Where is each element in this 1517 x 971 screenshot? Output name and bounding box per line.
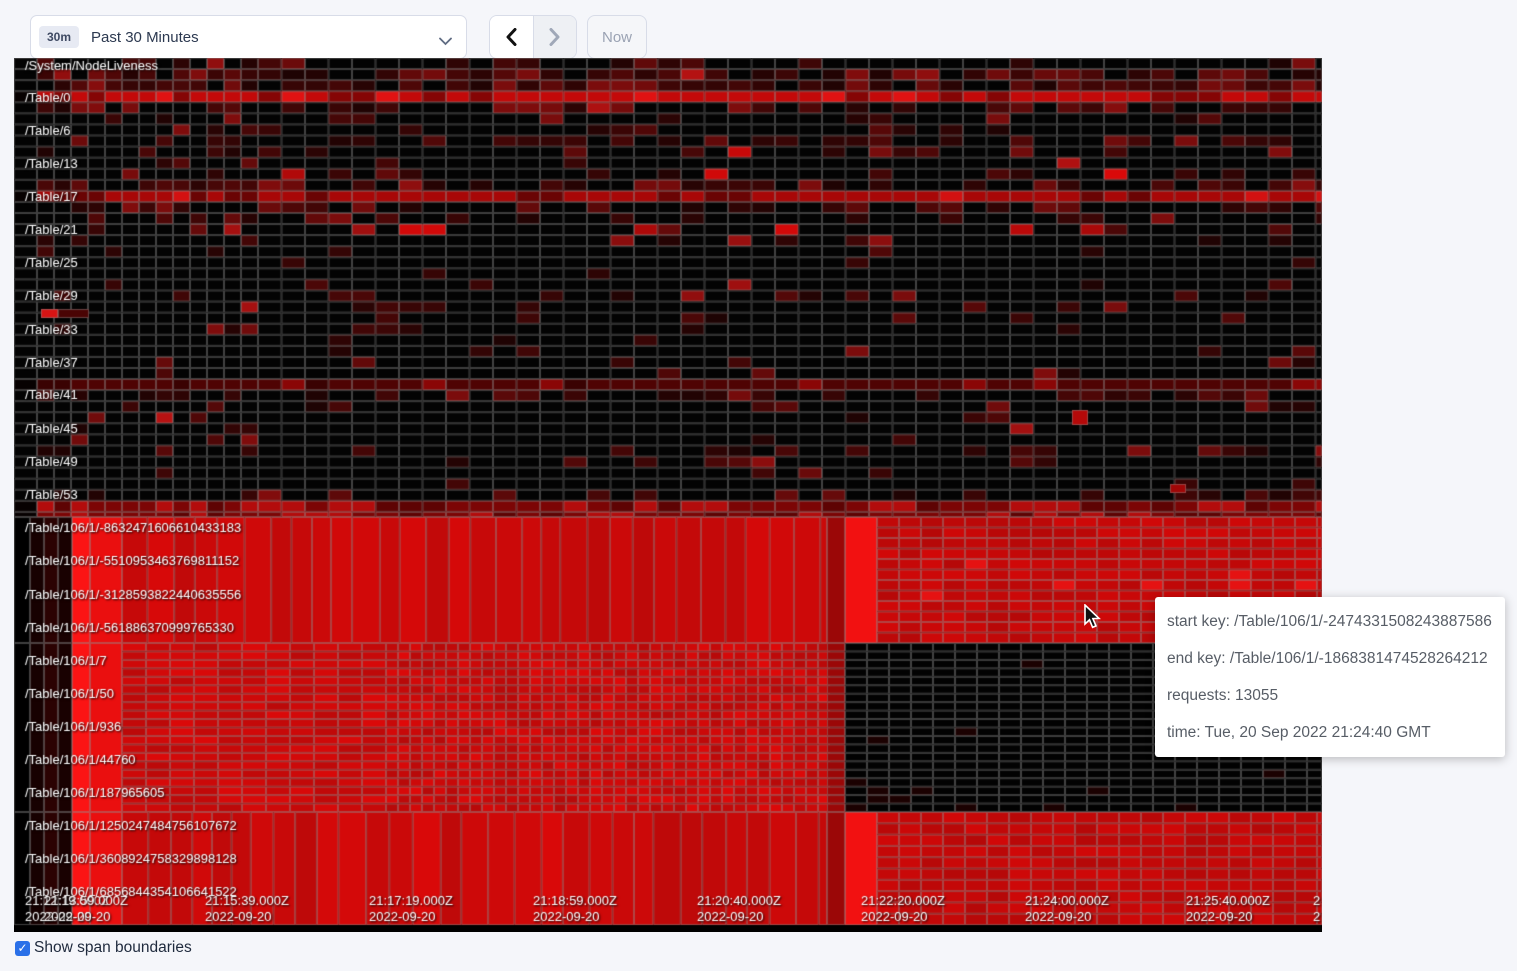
key-visualizer-page: 30m Past 30 Minutes Now start key: /Tabl… [0,0,1517,971]
tooltip-start-key: start key: /Table/106/1/-247433150824388… [1167,603,1493,640]
time-window-badge: 30m [39,26,79,48]
tooltip-end-key: end key: /Table/106/1/-18683814745282642… [1167,640,1493,677]
cell-tooltip: start key: /Table/106/1/-247433150824388… [1155,597,1505,757]
show-span-boundaries-label: Show span boundaries [34,939,192,957]
chevron-down-icon [439,33,452,51]
tooltip-time: time: Tue, 20 Sep 2022 21:24:40 GMT [1167,714,1493,751]
show-span-boundaries-checkbox[interactable]: ✓ [15,941,30,956]
next-interval-button[interactable] [534,16,577,58]
chevron-right-icon [549,28,560,46]
footer-controls: ✓ Show span boundaries [15,939,192,957]
time-window-dropdown[interactable]: 30m Past 30 Minutes [30,15,467,59]
mouse-cursor-icon [1082,604,1102,635]
tooltip-requests: requests: 13055 [1167,677,1493,714]
now-button[interactable]: Now [587,15,647,59]
key-visualizer-heatmap[interactable] [14,58,1322,932]
chevron-left-icon [506,28,517,46]
time-window-label: Past 30 Minutes [91,29,199,46]
previous-interval-button[interactable] [490,16,534,58]
time-nav-button-group [489,15,577,59]
